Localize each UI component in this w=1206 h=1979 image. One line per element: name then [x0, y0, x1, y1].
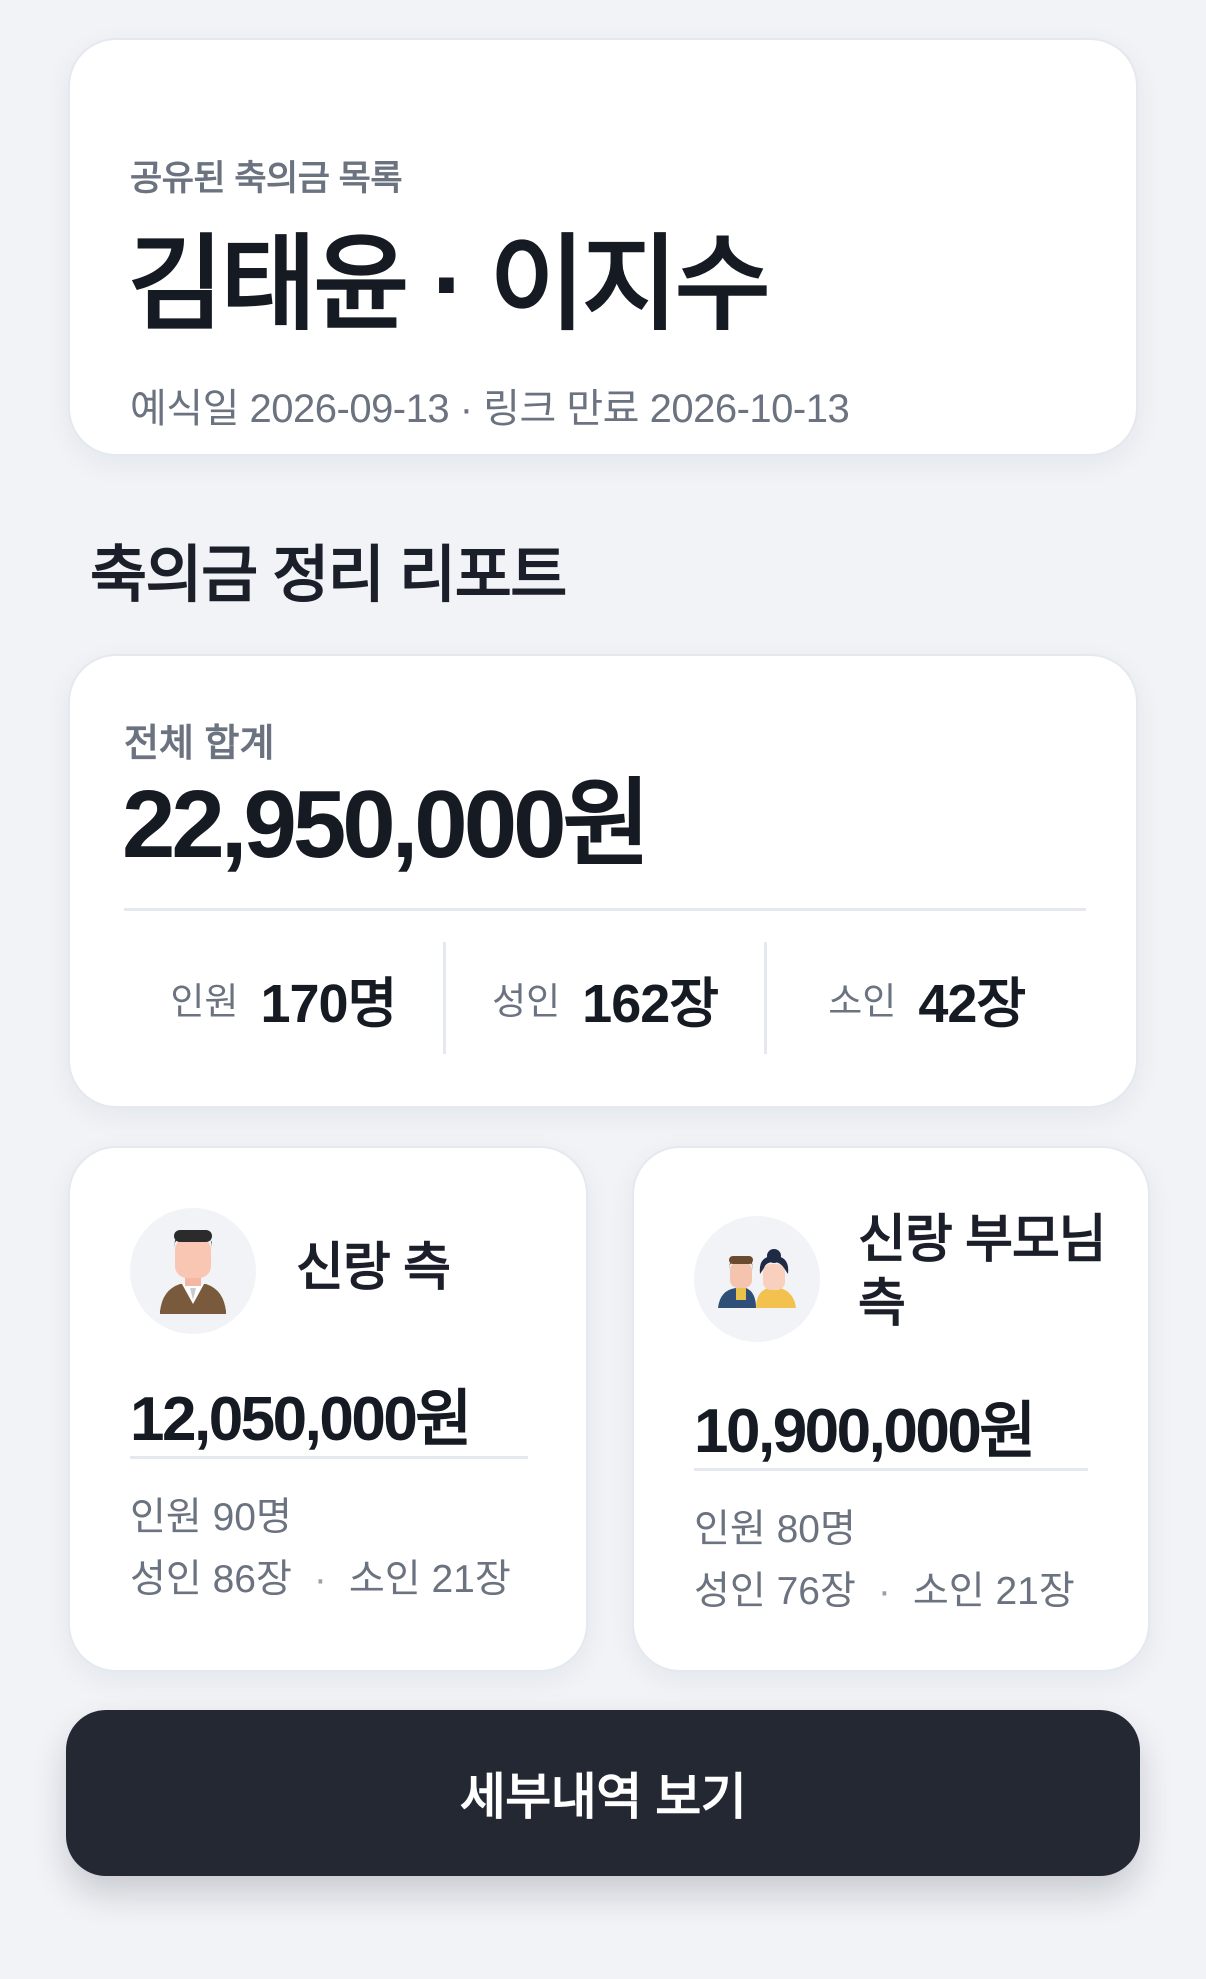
adult-tickets: 성인 76장 — [694, 1570, 856, 1613]
divider — [694, 1468, 1088, 1471]
header-card: 공유된 축의금 목록 김태윤 · 이지수 예식일 2026-09-13 · 링크… — [68, 38, 1138, 456]
groom-parents-side-title: 신랑 부모님 측 — [858, 1211, 1107, 1333]
groom-parents-side-card[interactable]: 신랑 부모님 측 10,900,000원 인원 80명 성인 76장 · 소인 21… — [632, 1146, 1150, 1672]
parents-ticket-counts: 성인 76장 · 소인 21장 — [694, 1560, 1075, 1616]
stat-children: 소인 42장 — [764, 942, 1086, 1054]
child-tickets: 소인 21장 — [348, 1558, 511, 1601]
couple-names: 김태윤 · 이지수 — [128, 227, 771, 343]
parents-avatar-icon — [694, 1216, 820, 1342]
total-summary-card: 전체 합계 22,950,000원 인원 170명 성인 162장 소인 42장 — [68, 654, 1138, 1108]
divider — [130, 1456, 528, 1459]
stat-label: 성인 — [492, 981, 561, 1022]
separator: · — [877, 1570, 891, 1613]
page: 공유된 축의금 목록 김태윤 · 이지수 예식일 2026-09-13 · 링크… — [0, 0, 1206, 1979]
stat-people: 인원 170명 — [124, 942, 443, 1054]
wedding-meta: 예식일 2026-09-13 · 링크 만료 2026-10-13 — [130, 387, 850, 431]
groom-parents-side-amount: 10,900,000원 — [694, 1397, 1036, 1466]
view-details-button[interactable]: 세부내역 보기 — [66, 1710, 1140, 1876]
separator: · — [313, 1558, 327, 1601]
groom-avatar-icon — [130, 1208, 256, 1334]
groom-side-card[interactable]: 신랑 측 12,050,000원 인원 90명 성인 86장 · 소인 21장 — [68, 1146, 588, 1672]
shared-list-label: 공유된 축의금 목록 — [130, 159, 403, 198]
total-stats: 인원 170명 성인 162장 소인 42장 — [124, 942, 1086, 1054]
child-tickets: 소인 21장 — [912, 1570, 1075, 1613]
stat-label: 소인 — [828, 981, 897, 1022]
groom-side-amount: 12,050,000원 — [130, 1385, 472, 1454]
total-label: 전체 합계 — [124, 723, 275, 765]
stat-value: 162장 — [582, 973, 719, 1034]
stat-value: 170명 — [260, 973, 397, 1034]
adult-tickets: 성인 86장 — [130, 1558, 292, 1601]
stat-adults: 성인 162장 — [442, 942, 765, 1054]
groom-people-count: 인원 90명 — [130, 1496, 292, 1539]
parents-people-count: 인원 80명 — [694, 1508, 856, 1551]
groom-ticket-counts: 성인 86장 · 소인 21장 — [130, 1548, 511, 1604]
groom-side-title: 신랑 측 — [296, 1239, 451, 1297]
stat-label: 인원 — [170, 981, 239, 1022]
stat-value: 42장 — [918, 973, 1026, 1034]
divider — [124, 908, 1086, 911]
report-title: 축의금 정리 리포트 — [90, 541, 567, 610]
total-amount: 22,950,000원 — [122, 771, 651, 878]
